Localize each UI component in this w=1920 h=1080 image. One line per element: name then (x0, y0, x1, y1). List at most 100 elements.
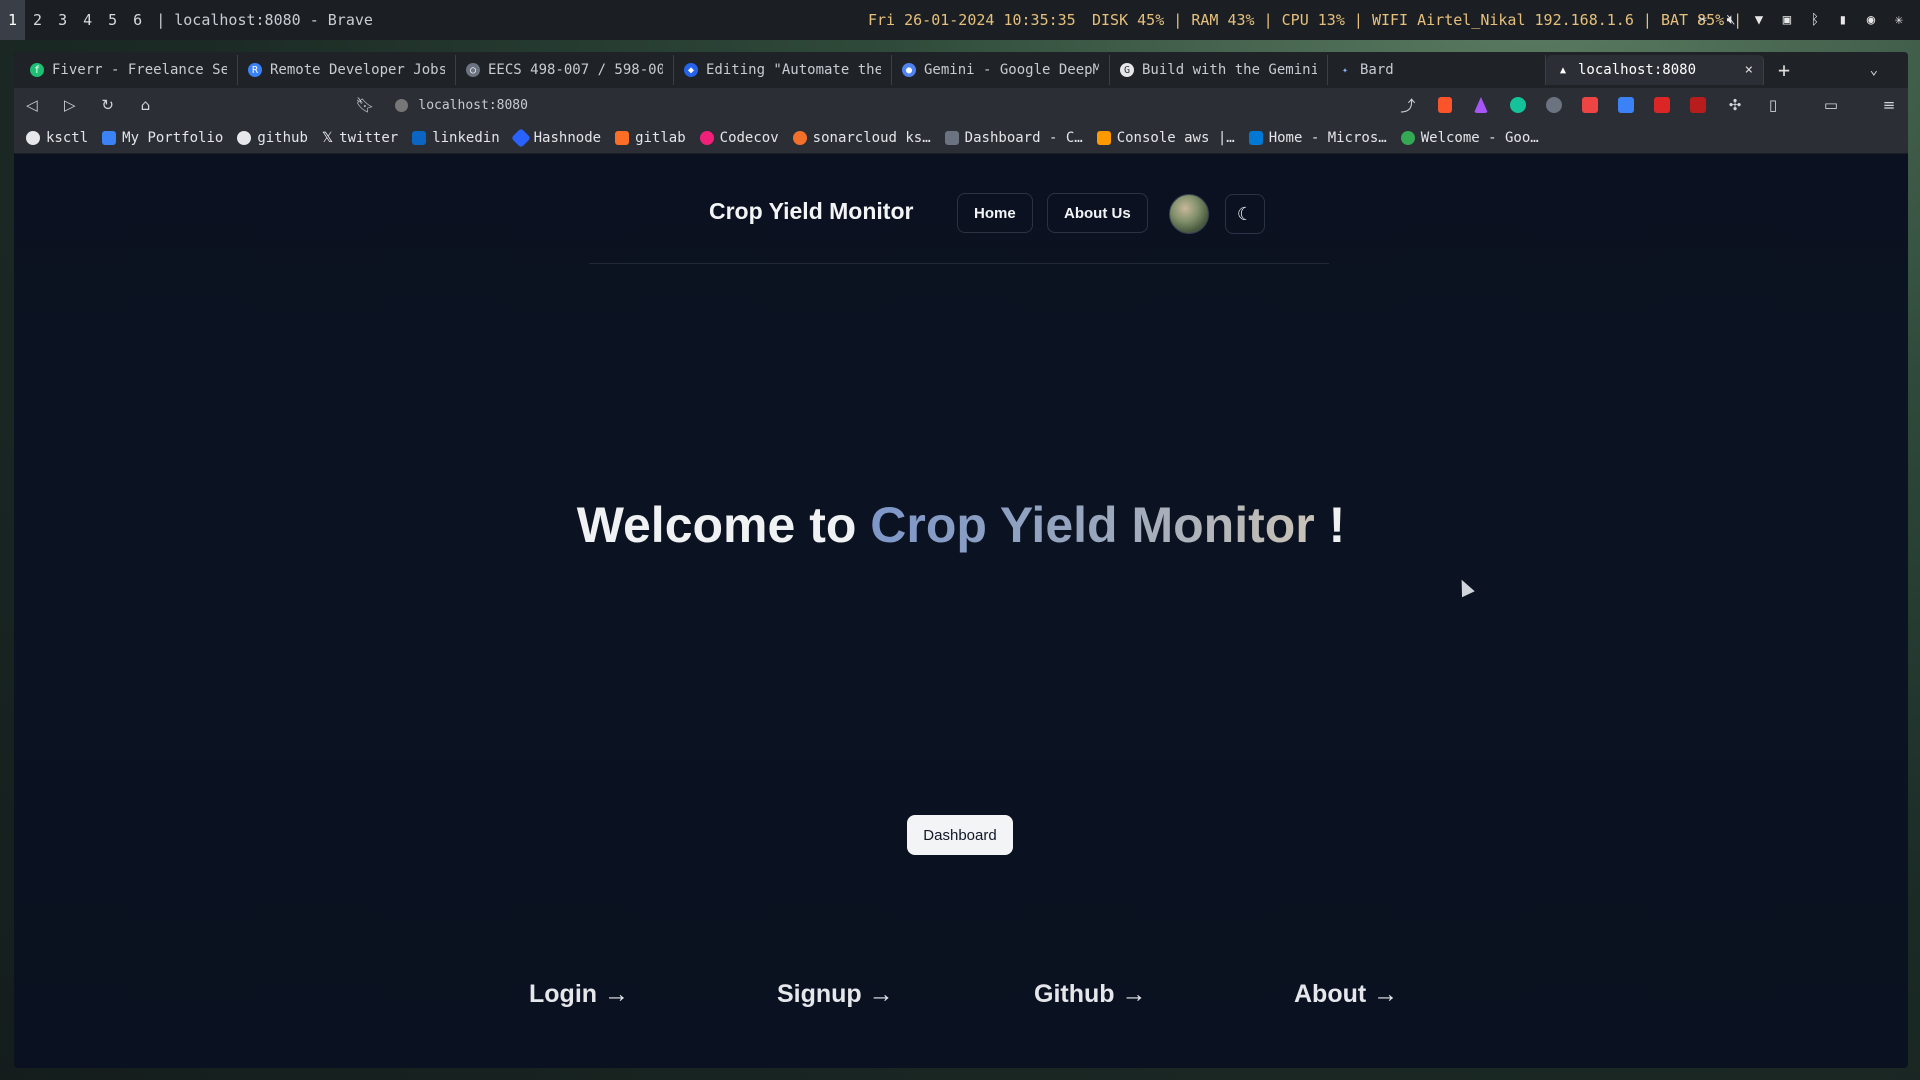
tab-title: Editing "Automate the c (706, 62, 881, 78)
workspace-6[interactable]: 6 (125, 0, 150, 40)
tray-icons: ✂ 🔇︎ ▼ ▣ ᛒ ▮ ◉ ✳ (1694, 0, 1908, 40)
pdf-icon[interactable] (1690, 97, 1706, 113)
remote-jobs-icon: R (248, 63, 262, 77)
tab-editing[interactable]: ◆ Editing "Automate the c (674, 55, 892, 85)
github-link[interactable]: Github → (1034, 980, 1146, 1009)
workspace-switcher: 1 2 3 4 5 6 (0, 0, 150, 40)
brave-shield-icon[interactable] (1437, 97, 1452, 113)
system-clock: Fri 26-01-2024 10:35:35 (868, 11, 1076, 29)
reload-icon[interactable]: ↻ (100, 96, 116, 114)
bookmark-item[interactable]: 𝕏twitter (322, 130, 398, 146)
url-field[interactable]: localhost:8080 (395, 98, 528, 113)
theme-toggle-button[interactable]: ☾ (1225, 194, 1265, 234)
workspace-5[interactable]: 5 (100, 0, 125, 40)
menu-icon[interactable]: ≡ (1880, 96, 1898, 114)
system-stats: DISK 45% | RAM 43% | CPU 13% | WIFI Airt… (1092, 11, 1743, 29)
extension-gray-icon[interactable] (1546, 97, 1562, 113)
deepmind-icon: ● (902, 63, 916, 77)
translate-icon[interactable] (1618, 97, 1634, 113)
tab-fiverr[interactable]: f Fiverr - Freelance Serv (20, 55, 238, 85)
signup-link[interactable]: Signup → (777, 980, 894, 1009)
tab-localhost[interactable]: ▲ localhost:8080 × (1546, 55, 1764, 85)
hero-heading: Welcome to Crop Yield Monitor ! (14, 496, 1908, 554)
workspace-4[interactable]: 4 (75, 0, 100, 40)
bookmark-item[interactable]: Hashnode (510, 127, 602, 148)
home-icon[interactable]: ⌂ (138, 96, 154, 114)
tab-gemini-deepmind[interactable]: ● Gemini - Google DeepMin (892, 55, 1110, 85)
forward-icon[interactable]: ▷ (62, 96, 78, 114)
dashboard-button[interactable]: Dashboard (907, 815, 1013, 855)
wallet-icon[interactable]: ▭ (1822, 96, 1840, 114)
brave-rewards-icon[interactable] (1473, 97, 1488, 113)
bookmark-label: sonarcloud ks… (812, 129, 931, 146)
x-twitter-icon: 𝕏 (321, 129, 334, 146)
tab-bard[interactable]: ✦ Bard (1328, 55, 1546, 85)
wifi-icon[interactable]: ▼ (1750, 12, 1768, 28)
fiverr-icon: f (30, 63, 44, 77)
close-tab-icon[interactable]: × (1745, 62, 1753, 78)
screen-icon[interactable]: ▣ (1778, 12, 1796, 28)
tab-title: EECS 498-007 / 598-005 (488, 62, 663, 78)
tab-strip: f Fiverr - Freelance Serv R Remote Devel… (14, 52, 1908, 88)
bookmark-label: Hashnode (533, 129, 602, 146)
bluetooth-icon[interactable]: ᛒ (1806, 12, 1824, 28)
discord-icon[interactable]: ◉ (1862, 12, 1880, 28)
home-nav-button[interactable]: Home (957, 193, 1033, 233)
bookmark-item[interactable]: gitlab (615, 130, 686, 146)
extension-stack-icon[interactable] (1654, 97, 1670, 113)
system-bar: 1 2 3 4 5 6 | localhost:8080 - Brave Fri… (0, 0, 1920, 40)
back-icon[interactable]: ◁ (24, 96, 40, 114)
login-link[interactable]: Login → (529, 980, 629, 1009)
about-link[interactable]: About → (1294, 980, 1398, 1009)
bookmark-icon[interactable]: 🔖︎ (355, 96, 374, 114)
tab-build-gemini[interactable]: G Build with the Gemini A (1110, 55, 1328, 85)
bookmark-item[interactable]: My Portfolio (102, 130, 223, 146)
bookmark-item[interactable]: github (237, 130, 308, 146)
bookmark-label: ksctl (46, 129, 89, 146)
tab-title: Bard (1360, 62, 1394, 78)
brand-title[interactable]: Crop Yield Monitor (709, 198, 913, 225)
bookmark-item[interactable]: Welcome - Goo… (1400, 130, 1539, 146)
globe-icon: ○ (466, 63, 480, 77)
workspace-1[interactable]: 1 (0, 0, 26, 40)
bookmark-label: twitter (339, 129, 399, 146)
mouse-cursor-icon (1455, 576, 1475, 598)
address-bar: ◁ ▷ ↻ ⌂ 🔖︎ localhost:8080 ⤴ ✣ ▯ ▭ ≡ (14, 88, 1908, 122)
bookmark-label: gitlab (635, 129, 686, 146)
extension-red-icon[interactable] (1582, 97, 1598, 113)
clipboard-icon[interactable]: ▮ (1834, 12, 1852, 28)
mute-icon[interactable]: 🔇︎ (1722, 12, 1740, 28)
bookmark-label: My Portfolio (122, 129, 224, 146)
bookmark-item[interactable]: Codecov (699, 130, 779, 146)
about-us-nav-button[interactable]: About Us (1047, 193, 1148, 233)
tab-list-chevron-icon[interactable]: ⌄ (1870, 62, 1878, 78)
workspace-2[interactable]: 2 (25, 0, 50, 40)
tab-eecs[interactable]: ○ EECS 498-007 / 598-005 (456, 55, 674, 85)
puzzle-icon[interactable]: ✣ (1726, 96, 1744, 114)
site-info-icon[interactable] (395, 98, 409, 112)
github-icon (237, 130, 252, 145)
bookmark-label: Home - Micros… (1268, 129, 1387, 146)
bookmark-item[interactable]: Dashboard - C… (944, 130, 1083, 146)
tab-remote-jobs[interactable]: R Remote Developer Jobs - (238, 55, 456, 85)
sidebar-icon[interactable]: ▯ (1764, 96, 1782, 114)
slack-icon[interactable]: ✳ (1890, 12, 1908, 28)
new-tab-button[interactable]: + (1764, 58, 1804, 82)
linkedin-icon (412, 130, 427, 145)
site-navbar: Crop Yield Monitor Home About Us ☾ (589, 172, 1329, 264)
grammarly-icon[interactable] (1510, 97, 1526, 113)
tab-title: localhost:8080 (1578, 62, 1697, 78)
avatar[interactable] (1169, 194, 1209, 234)
bookmark-item[interactable]: Console aws |… (1096, 129, 1235, 146)
bookmark-item[interactable]: sonarcloud ks… (792, 129, 931, 146)
scissors-icon[interactable]: ✂ (1694, 12, 1712, 28)
bookmark-item[interactable]: linkedin (412, 130, 500, 146)
hero-prefix: Welcome to (576, 497, 871, 553)
portfolio-icon (102, 130, 117, 145)
workspace-3[interactable]: 3 (50, 0, 75, 40)
bookmark-label: Console aws |… (1116, 129, 1235, 146)
bookmark-item[interactable]: ksctl (26, 130, 88, 146)
bookmark-item[interactable]: Home - Micros… (1248, 129, 1387, 146)
share-icon[interactable]: ⤴ (1400, 95, 1416, 116)
bard-icon: ✦ (1341, 64, 1349, 76)
